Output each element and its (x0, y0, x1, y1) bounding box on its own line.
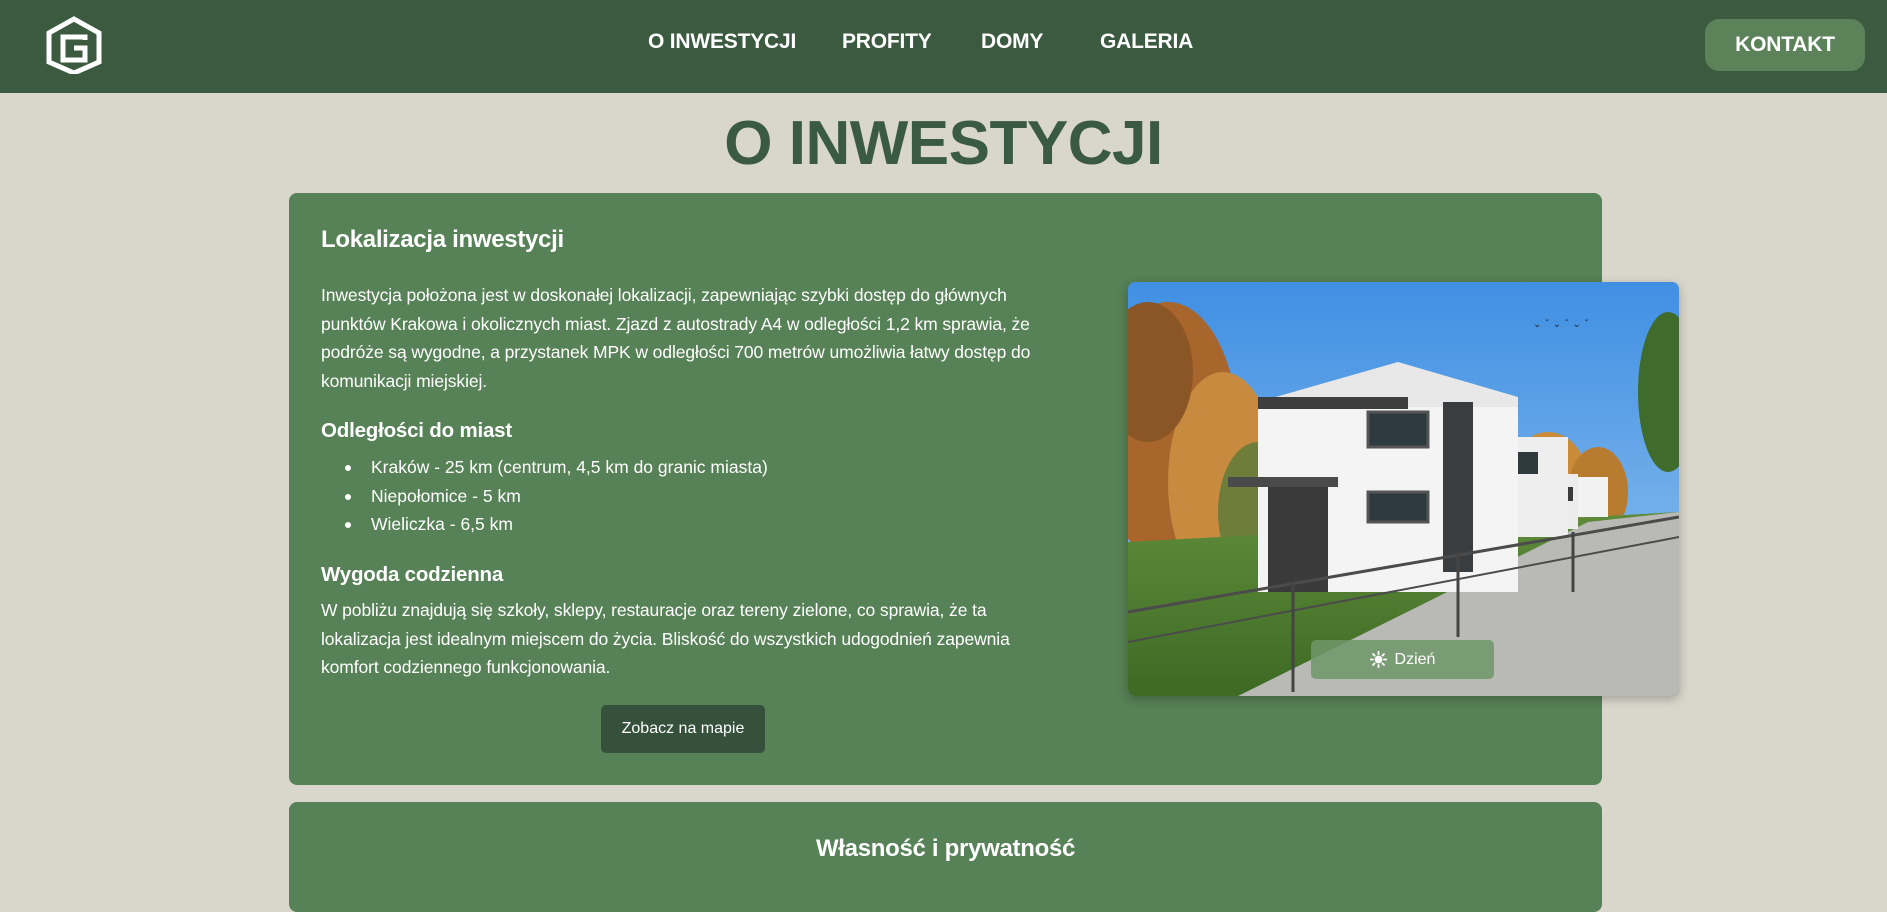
houses-photo-image: ⌄ ˇ ⌄ ˇ ⌄ ˇ (1128, 282, 1679, 696)
comfort-text: W pobliżu znajdują się szkoły, sklepy, r… (321, 600, 1010, 677)
nav-galeria[interactable]: GALERIA (1100, 30, 1193, 54)
page-title: O INWESTYCJI (724, 109, 1163, 178)
ownership-card: Własność i prywatność (289, 802, 1602, 912)
see-on-map-button[interactable]: Zobacz na mapie (601, 705, 765, 753)
location-intro-text: Inwestycja położona jest w doskonałej lo… (321, 285, 1031, 391)
day-toggle-label: Dzień (1394, 650, 1436, 668)
nav-profity[interactable]: PROFITY (842, 30, 932, 54)
day-night-toggle[interactable]: Dzień (1311, 640, 1494, 679)
nav-domy[interactable]: DOMY (981, 30, 1043, 54)
comfort-heading: Wygoda codzienna (321, 563, 504, 586)
distances-heading: Odległości do miast (321, 419, 512, 442)
nav-o-inwestycji[interactable]: O INWESTYCJI (648, 30, 796, 54)
list-item: Kraków - 25 km (centrum, 4,5 km do grani… (321, 453, 768, 482)
ownership-heading: Własność i prywatność (815, 835, 1076, 862)
svg-text:⌄ ˇ ⌄ ˇ ⌄ ˇ: ⌄ ˇ ⌄ ˇ ⌄ ˇ (1533, 318, 1589, 330)
list-item: Niepołomice - 5 km (321, 482, 768, 511)
investment-photo: ⌄ ˇ ⌄ ˇ ⌄ ˇ Dzień (1128, 282, 1679, 696)
contact-button[interactable]: KONTAKT (1705, 19, 1865, 71)
top-navbar: O INWESTYCJI PROFITY DOMY GALERIA KONTAK… (0, 0, 1887, 93)
list-item: Wieliczka - 6,5 km (321, 510, 768, 539)
distances-list: Kraków - 25 km (centrum, 4,5 km do grani… (321, 453, 768, 539)
main-nav: O INWESTYCJI PROFITY DOMY GALERIA (0, 0, 1887, 93)
location-heading: Lokalizacja inwestycji (321, 226, 564, 253)
sun-icon (1369, 651, 1387, 668)
